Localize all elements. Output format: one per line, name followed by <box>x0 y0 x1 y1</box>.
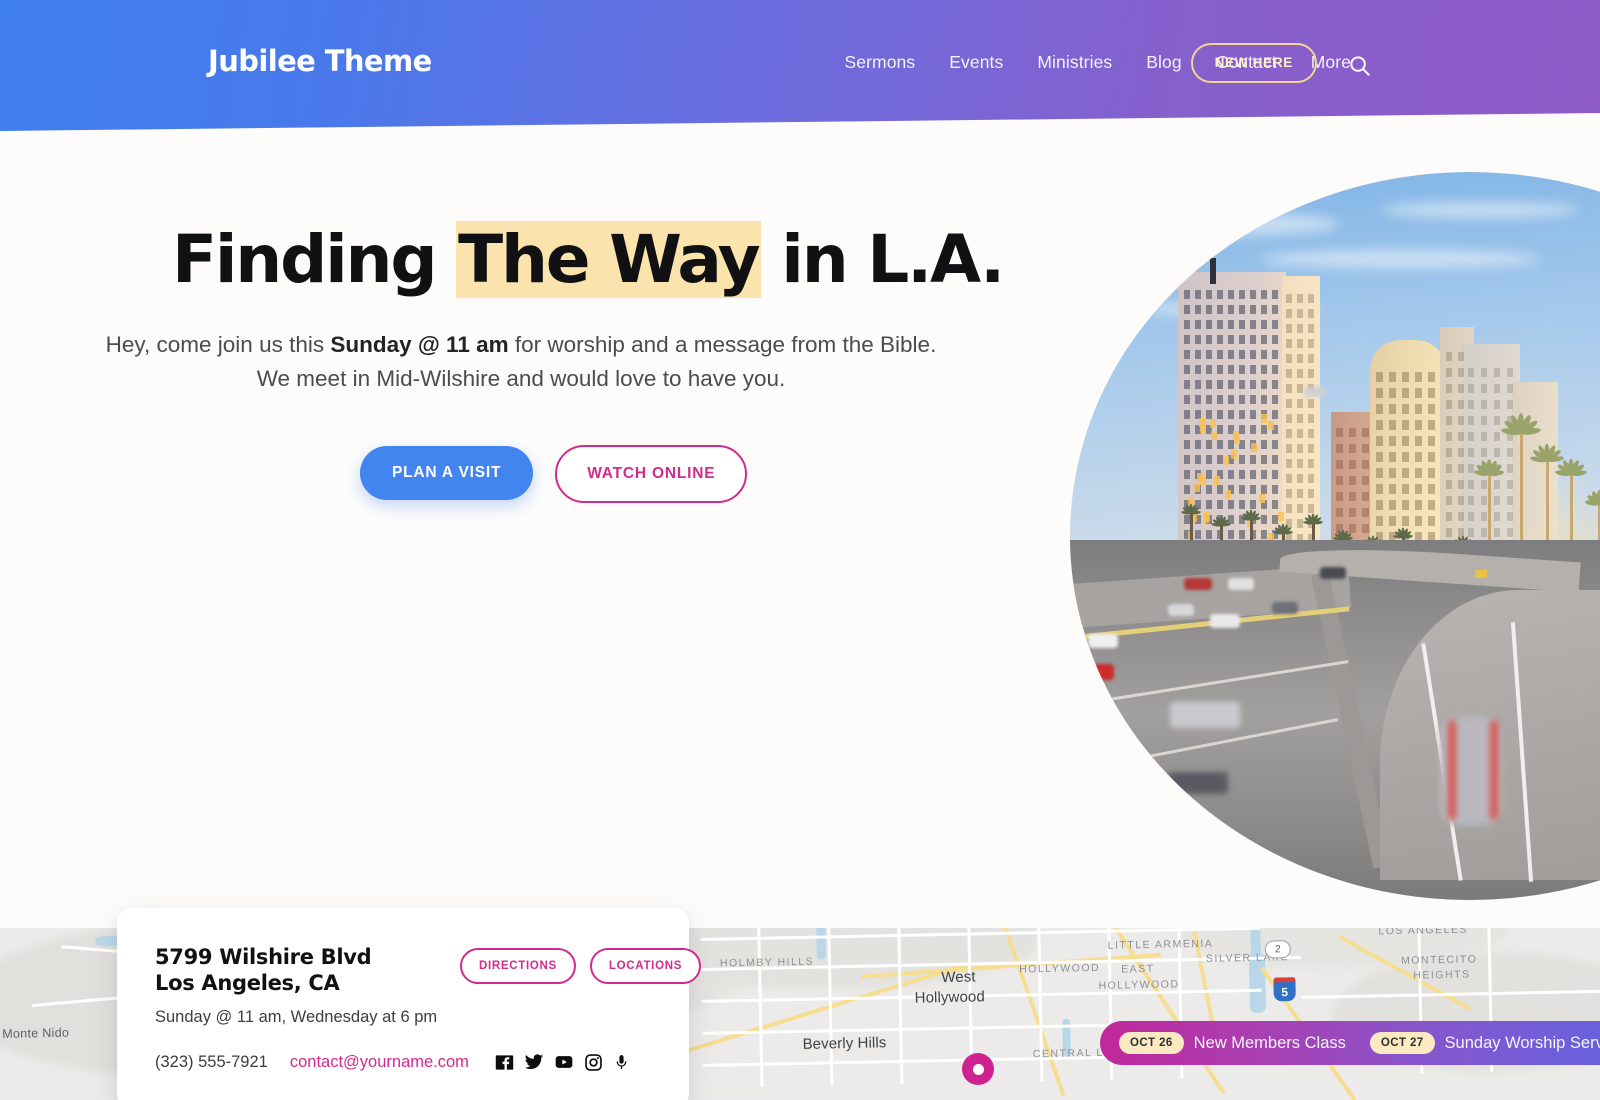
youtube-icon[interactable] <box>554 1052 574 1072</box>
map-label: EAST <box>1121 963 1155 976</box>
nav-item-events[interactable]: Events <box>932 52 1020 73</box>
map-label: HOLLYWOOD <box>1098 978 1179 992</box>
site-logo[interactable]: Jubilee Theme <box>208 44 432 78</box>
watch-online-button[interactable]: WATCH ONLINE <box>555 445 747 503</box>
card-button-group: DIRECTIONS LOCATIONS <box>460 948 701 984</box>
map-label: Monte Nido <box>2 1026 69 1041</box>
map-label: MONTECITO <box>1401 953 1478 967</box>
directions-button[interactable]: DIRECTIONS <box>460 948 576 984</box>
new-here-button[interactable]: NEW HERE <box>1191 43 1317 83</box>
event-title[interactable]: New Members Class <box>1194 1034 1346 1053</box>
headline-part-3: in L.A. <box>761 221 1003 298</box>
address-line-1: 5799 Wilshire Blvd <box>155 944 371 970</box>
address-line-2: Los Angeles, CA <box>155 970 371 996</box>
headline-part-1: Finding <box>172 221 456 298</box>
phone-number[interactable]: (323) 555-7921 <box>155 1053 268 1072</box>
plan-a-visit-button[interactable]: PLAN A VISIT <box>360 446 533 500</box>
map-label: Beverly Hills <box>802 1034 886 1053</box>
social-links <box>495 1052 630 1072</box>
contact-row: (323) 555-7921 contact@yourname.com <box>155 1052 630 1072</box>
email-address[interactable]: contact@yourname.com <box>290 1053 469 1072</box>
nav-item-sermons[interactable]: Sermons <box>828 52 933 73</box>
instagram-icon[interactable] <box>584 1053 603 1072</box>
locations-button[interactable]: LOCATIONS <box>590 948 701 984</box>
site-header: Jubilee Theme Sermons Events Ministries Blo… <box>0 0 1600 140</box>
map-label: LITTLE ARMENIA <box>1108 938 1214 952</box>
nav-item-ministries[interactable]: Ministries <box>1020 52 1129 73</box>
church-address: 5799 Wilshire Blvd Los Angeles, CA <box>155 944 371 997</box>
events-ticker-bar: OCT 26 New Members Class OCT 27 Sunday Wors… <box>1100 1021 1600 1065</box>
hero-subtitle: Hey, come join us this Sunday @ 11 am fo… <box>90 328 952 396</box>
search-icon[interactable] <box>1342 48 1376 82</box>
highway-shield: 2 <box>1265 940 1291 959</box>
events-list: OCT 26 New Members Class OCT 27 Sunday Wors… <box>1119 1032 1600 1054</box>
page-title: Finding The Way in L.A. <box>172 225 1003 295</box>
nav-item-blog[interactable]: Blog <box>1129 52 1198 73</box>
podcast-microphone-icon[interactable] <box>613 1053 630 1072</box>
header-content: Jubilee Theme Sermons Events Ministries Blo… <box>0 0 1600 128</box>
subtitle-pre: Hey, come join us this <box>106 332 331 357</box>
location-info-card: 5799 Wilshire Blvd Los Angeles, CA DIREC… <box>117 908 689 1100</box>
page-root: Monte NidoBEVERLY GLENHOLMBY HILLSBeverl… <box>0 0 1600 1100</box>
service-times: Sunday @ 11 am, Wednesday at 6 pm <box>155 1008 437 1027</box>
map-label: Hollywood <box>915 988 985 1006</box>
event-date-badge: OCT 27 <box>1370 1032 1435 1054</box>
map-label: West <box>941 968 976 986</box>
headline-highlight: The Way <box>456 221 760 298</box>
map-label: HOLMBY HILLS <box>720 956 814 970</box>
hero-cta-group: PLAN A VISIT WATCH ONLINE <box>360 443 747 503</box>
event-date-badge: OCT 26 <box>1119 1032 1184 1054</box>
event-title[interactable]: Sunday Worship Services <box>1445 1034 1600 1053</box>
map-label: HOLLYWOOD <box>1019 962 1100 976</box>
subtitle-service-time: Sunday @ 11 am <box>330 332 508 357</box>
map-label: HEIGHTS <box>1413 968 1470 981</box>
hero-image-los-angeles <box>1050 172 1600 900</box>
twitter-icon[interactable] <box>524 1052 544 1072</box>
highway-shield: 5 <box>1273 977 1295 1001</box>
facebook-icon[interactable] <box>495 1053 514 1072</box>
church-location-pin[interactable] <box>962 1053 994 1085</box>
